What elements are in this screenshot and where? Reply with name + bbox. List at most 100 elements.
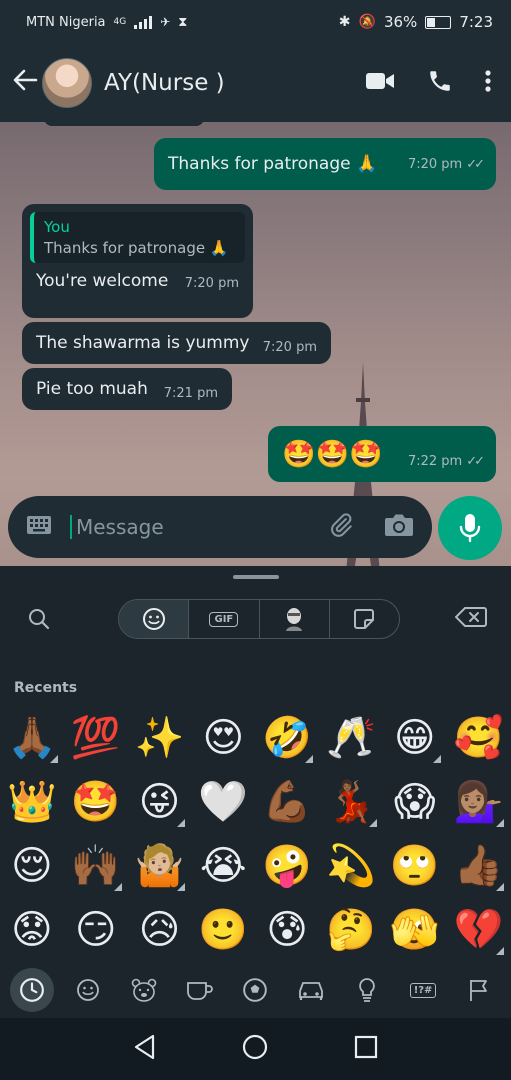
emoji-glyph: ✨ [134,715,185,761]
emoji-glyph: 💔 [453,907,504,953]
emoji-key[interactable]: 🤷🏼 [128,834,192,898]
emoji-key[interactable]: 💃🏾 [319,770,383,834]
avatar-icon [286,608,303,631]
emoji-key[interactable]: 💁🏽‍♀️ [447,770,511,834]
keyboard-icon[interactable] [26,515,52,539]
emoji-key[interactable]: 🤪 [255,834,319,898]
tab-gif[interactable]: GIF [189,600,260,638]
voice-call-icon[interactable] [427,68,453,98]
category-travel[interactable] [289,968,333,1012]
tab-avatar[interactable] [260,600,330,638]
smiley-icon [76,979,99,1001]
emoji-key[interactable]: 🥂 [319,706,383,770]
tab-emoji[interactable] [119,600,190,638]
emoji-category-bar: !?# [0,962,511,1018]
car-icon [299,982,324,1000]
video-call-icon[interactable] [365,71,395,95]
emoji-key[interactable]: 🤩 [64,770,128,834]
read-ticks-icon: ✓✓ [466,156,485,172]
emoji-glyph: 😍 [202,715,245,761]
emoji-glyph: 💯 [70,715,121,761]
quoted-message[interactable]: You Thanks for patronage 🙏 [30,212,245,263]
emoji-glyph: 😱 [393,779,436,825]
emoji-glyph: 😰 [266,907,308,953]
emoji-key[interactable]: 🫣 [383,898,447,962]
message-bubble[interactable]: You Thanks for patronage 🙏 You're welcom… [22,204,253,318]
skin-tone-indicator [177,883,186,891]
contact-avatar[interactable] [42,58,92,108]
emoji-keyboard: GIF Recents 🙏🏾 💯 ✨ 😍 🤣 🥂 😁 🥰 👑 🤩 😜 🤍 💪🏾 💃🏾 😱 💁🏽‍♀️ 😌 🙌🏾 🤷🏼… [0,566,511,1018]
message-placeholder: Message [70,515,164,539]
emoji-key[interactable]: 😱 [383,770,447,834]
emoji-key[interactable]: 💪🏾 [255,770,319,834]
tab-sticker[interactable] [330,600,399,638]
category-recent[interactable] [9,968,54,1012]
emoji-key[interactable]: 🥰 [447,706,511,770]
contact-name[interactable]: AY(Nurse ) [104,70,225,96]
message-text: You're welcome [36,271,169,291]
emoji-glyph: 🥰 [453,715,504,761]
attach-icon[interactable] [328,511,354,543]
emoji-key[interactable]: 🙏🏾 [0,706,64,770]
emoji-key[interactable]: 🙂 [191,898,255,962]
system-navigation-bar [0,1018,511,1080]
emoji-key[interactable]: 😭 [191,834,255,898]
message-bubble[interactable]: Thanks for patronage 🙏 7:20 pm ✓✓ [154,138,496,190]
emoji-key[interactable]: 🤔 [319,898,383,962]
category-objects[interactable] [345,968,389,1012]
emoji-glyph: 🤪 [262,843,312,889]
section-label-recents: Recents [14,680,78,696]
emoji-grid: 🙏🏾 💯 ✨ 😍 🤣 🥂 😁 🥰 👑 🤩 😜 🤍 💪🏾 💃🏾 😱 💁🏽‍♀️ 😌 🙌🏾 🤷🏼 😭 🤪 💫 🙄 👍🏾 😟 😏 😥 🙂 😰 🤔… [0,706,511,962]
emoji-key[interactable]: 💯 [64,706,128,770]
category-symbols[interactable]: !?# [401,968,445,1012]
emoji-key[interactable]: 😍 [191,706,255,770]
emoji-key[interactable]: 💔 [447,898,511,962]
quote-author: You [44,218,70,236]
emoji-key[interactable]: 🙌🏾 [64,834,128,898]
nav-back-icon[interactable] [133,1034,157,1064]
emoji-key[interactable]: 😥 [128,898,192,962]
status-bar: MTN Nigeria 4G ✈ ⧗ ✱ 🔕 36% 7:23 [0,0,511,44]
emoji-key[interactable]: 😏 [64,898,128,962]
previous-message-edge [44,122,204,126]
emoji-key[interactable]: 👍🏾 [447,834,511,898]
emoji-key[interactable]: 😜 [128,770,192,834]
skin-tone-indicator [368,819,377,827]
emoji-glyph: 🙏🏾 [6,715,57,761]
voice-record-button[interactable] [438,496,502,560]
emoji-key[interactable]: 😰 [255,898,319,962]
category-food[interactable] [178,968,222,1012]
search-icon[interactable] [28,608,50,634]
emoji-key[interactable]: 🤣 [255,706,319,770]
emoji-glyph: 🤩 [70,779,121,825]
more-options-icon[interactable] [485,69,491,97]
message-bubble[interactable]: 🤩🤩🤩 7:22 pm ✓✓ [268,426,496,482]
category-smileys[interactable] [66,968,110,1012]
emoji-key[interactable]: 😌 [0,834,64,898]
emoji-key[interactable]: 👑 [0,770,64,834]
emoji-key[interactable]: 😟 [0,898,64,962]
signal-icon [134,15,153,29]
category-animals[interactable] [122,968,166,1012]
message-bubble[interactable]: The shawarma is yummy 7:20 pm [22,322,331,364]
emoji-key[interactable]: 🤍 [191,770,255,834]
nav-recents-icon[interactable] [354,1035,378,1063]
emoji-key[interactable]: ✨ [128,706,192,770]
message-input[interactable]: Message [8,496,432,558]
emoji-key[interactable]: 🙄 [383,834,447,898]
back-arrow-icon[interactable] [12,67,40,100]
emoji-glyph: 😌 [11,843,53,889]
backspace-icon[interactable] [454,606,487,632]
category-activity[interactable] [233,968,277,1012]
keyboard-drag-handle[interactable] [233,575,279,579]
nav-home-icon[interactable] [242,1034,268,1064]
emoji-key[interactable]: 💫 [319,834,383,898]
emoji-key[interactable]: 😁 [383,706,447,770]
camera-icon[interactable] [384,512,414,542]
message-bubble[interactable]: Pie too muah 7:21 pm [22,368,232,410]
emoji-glyph: 💃🏾 [325,779,376,825]
emoji-glyph: 😏 [74,907,117,953]
category-flags[interactable] [457,968,501,1012]
hourglass-icon: ⧗ [178,14,188,30]
emoji-glyph: 😥 [138,907,181,953]
